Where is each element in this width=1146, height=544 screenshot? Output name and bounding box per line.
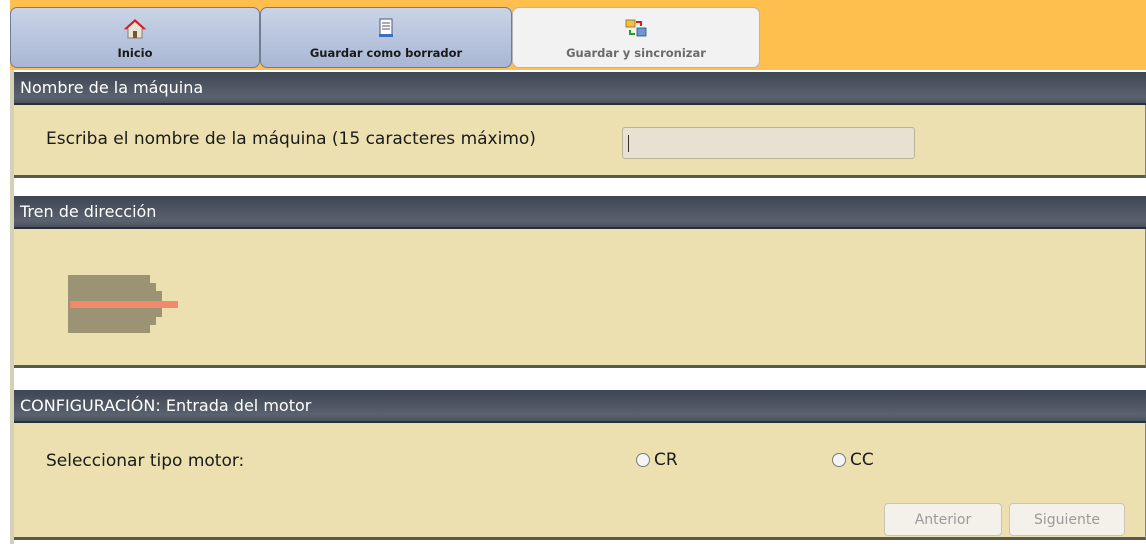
motor-icon[interactable] bbox=[66, 269, 186, 339]
document-icon bbox=[374, 18, 398, 40]
radio-cr[interactable]: CR bbox=[636, 450, 678, 470]
tab-guardar-borrador-label: Guardar como borrador bbox=[309, 46, 463, 60]
radio-cc-circle[interactable] bbox=[832, 453, 846, 467]
machine-name-input[interactable] bbox=[622, 127, 915, 159]
machine-name-body: Escriba el nombre de la máquina (15 cara… bbox=[14, 105, 1146, 178]
machine-name-label: Escriba el nombre de la máquina (15 cara… bbox=[46, 129, 536, 149]
radio-cr-circle[interactable] bbox=[636, 453, 650, 467]
motor-config-header: CONFIGURACIÓN: Entrada del motor bbox=[14, 390, 1146, 423]
tab-guardar-sincronizar[interactable]: Guardar y sincronizar bbox=[512, 7, 760, 68]
previous-button[interactable]: Anterior bbox=[884, 503, 1002, 536]
machine-name-header: Nombre de la máquina bbox=[14, 72, 1146, 105]
tab-guardar-sincronizar-label: Guardar y sincronizar bbox=[566, 46, 706, 60]
radio-cc[interactable]: CC bbox=[832, 450, 874, 470]
radio-cc-label: CC bbox=[850, 450, 874, 470]
home-icon bbox=[123, 18, 147, 40]
next-button[interactable]: Siguiente bbox=[1009, 503, 1125, 536]
sync-icon bbox=[624, 18, 648, 40]
machine-name-section: Nombre de la máquina Escriba el nombre d… bbox=[14, 72, 1146, 178]
drivetrain-section: Tren de dirección bbox=[14, 196, 1146, 368]
drivetrain-body bbox=[14, 229, 1146, 368]
tab-inicio-label: Inicio bbox=[117, 46, 153, 60]
drivetrain-header: Tren de dirección bbox=[14, 196, 1146, 229]
radio-cr-label: CR bbox=[654, 450, 678, 470]
motor-type-label: Seleccionar tipo motor: bbox=[46, 451, 245, 471]
motor-config-section: CONFIGURACIÓN: Entrada del motor Selecci… bbox=[14, 390, 1146, 540]
toolbar: Inicio Guardar como borrador Guardar y s… bbox=[0, 0, 1146, 70]
tab-guardar-borrador[interactable]: Guardar como borrador bbox=[260, 7, 512, 68]
motor-config-body: Seleccionar tipo motor: CR CC Anterior S… bbox=[14, 423, 1146, 540]
text-caret bbox=[628, 135, 629, 152]
tab-inicio[interactable]: Inicio bbox=[10, 7, 260, 68]
toolbar-left-margin bbox=[0, 0, 10, 70]
